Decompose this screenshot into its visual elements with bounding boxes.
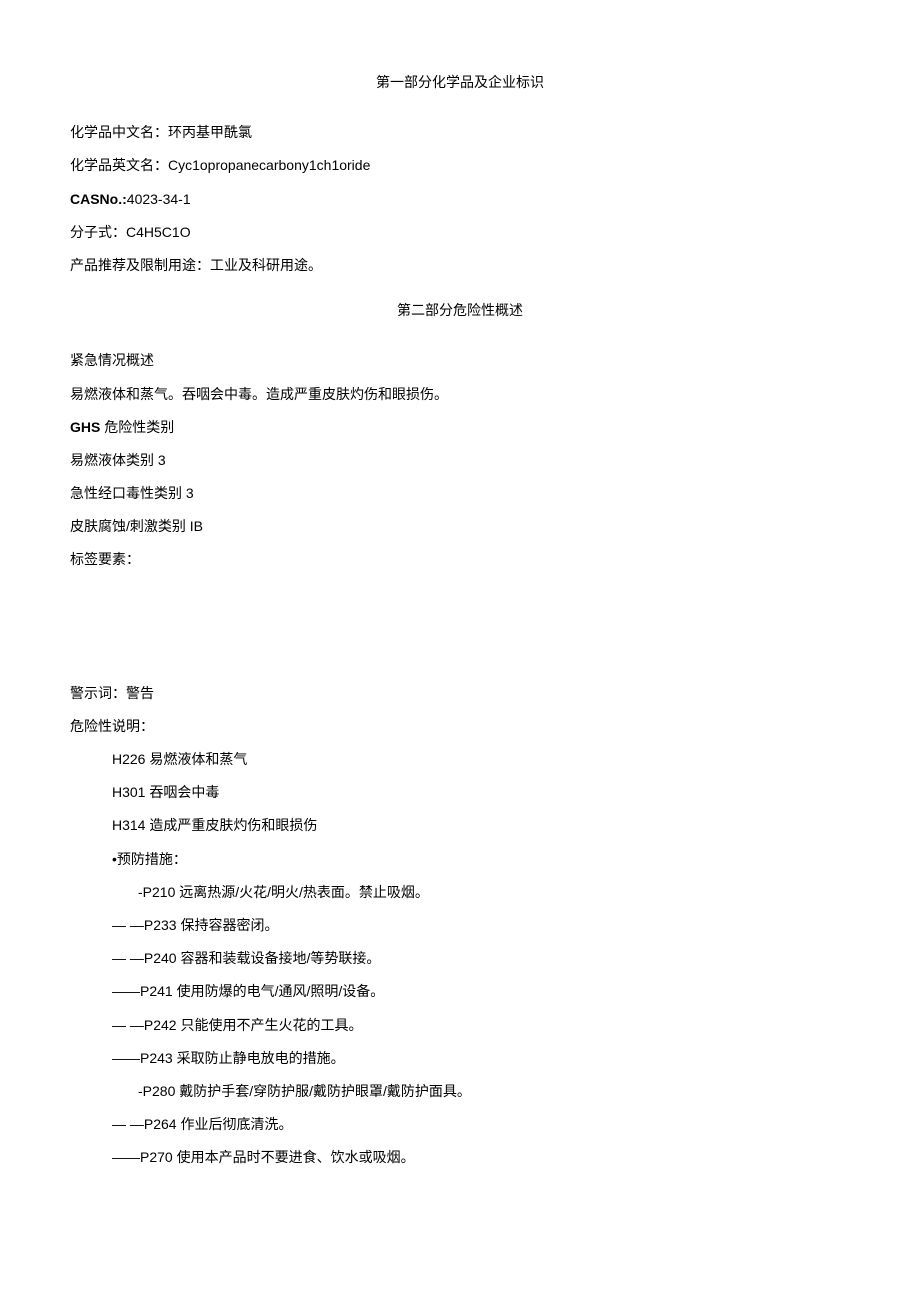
ghs-cat-2: 急性经口毒性类别 3 [70,481,850,506]
chinese-name-label: 化学品中文名： [70,124,168,140]
pictogram-gap [70,581,850,681]
hazard-statement-label: 危险性说明： [70,714,850,739]
ghs-label-rest: 危险性类别 [100,419,174,435]
ghs-label-bold: GHS [70,419,100,435]
emergency-label: 紧急情况概述 [70,348,850,373]
chinese-name-line: 化学品中文名：环丙基甲酰氯 [70,120,850,145]
ghs-cat-1: 易燃液体类别 3 [70,448,850,473]
section-1-title: 第一部分化学品及企业标识 [70,70,850,95]
h314-line: H314 造成严重皮肤灼伤和眼损伤 [112,813,850,838]
p270-line: ——P270 使用本产品时不要进食、饮水或吸烟。 [112,1145,850,1170]
ghs-category-label: GHS 危险性类别 [70,415,850,440]
h226-line: H226 易燃液体和蒸气 [112,747,850,772]
p280-line: -P280 戴防护手套/穿防护服/戴防护眼罩/戴防护面具。 [138,1079,850,1104]
signal-word-label: 警示词： [70,685,126,701]
p242-line: — —P242 只能使用不产生火花的工具。 [112,1013,850,1038]
emergency-desc: 易燃液体和蒸气。吞咽会中毒。造成严重皮肤灼伤和眼损伤。 [70,382,850,407]
cas-value: 4023-34-1 [127,191,191,207]
english-name-value: Cyc1opropanecarbony1ch1oride [168,157,370,173]
ghs-cat-3: 皮肤腐蚀/刺激类别 IB [70,514,850,539]
signal-word-value: 警告 [126,685,154,701]
p233-line: — —P233 保持容器密闭。 [112,913,850,938]
formula-label: 分子式： [70,224,126,240]
usage-line: 产品推荐及限制用途：工业及科研用途。 [70,253,850,278]
p241-line: ——P241 使用防爆的电气/通风/照明/设备。 [112,979,850,1004]
usage-label: 产品推荐及限制用途： [70,257,210,273]
p243-line: ——P243 采取防止静电放电的措施。 [112,1046,850,1071]
p210-line: -P210 远离热源/火花/明火/热表面。禁止吸烟。 [138,880,850,905]
signal-word-line: 警示词：警告 [70,681,850,706]
h301-line: H301 吞咽会中毒 [112,780,850,805]
cas-label: CASNo.: [70,191,127,207]
english-name-label: 化学品英文名： [70,157,168,173]
formula-value: C4H5C1O [126,224,191,240]
prevention-label: •预防措施： [112,847,850,872]
label-elements: 标签要素： [70,547,850,572]
p264-line: — —P264 作业后彻底清洗。 [112,1112,850,1137]
chinese-name-value: 环丙基甲酰氯 [168,124,252,140]
section-2-title: 第二部分危险性概述 [70,298,850,323]
usage-value: 工业及科研用途。 [210,257,322,273]
p240-line: — —P240 容器和装载设备接地/等势联接。 [112,946,850,971]
cas-line: CASNo.:4023-34-1 [70,187,850,212]
formula-line: 分子式：C4H5C1O [70,220,850,245]
english-name-line: 化学品英文名：Cyc1opropanecarbony1ch1oride [70,153,850,178]
